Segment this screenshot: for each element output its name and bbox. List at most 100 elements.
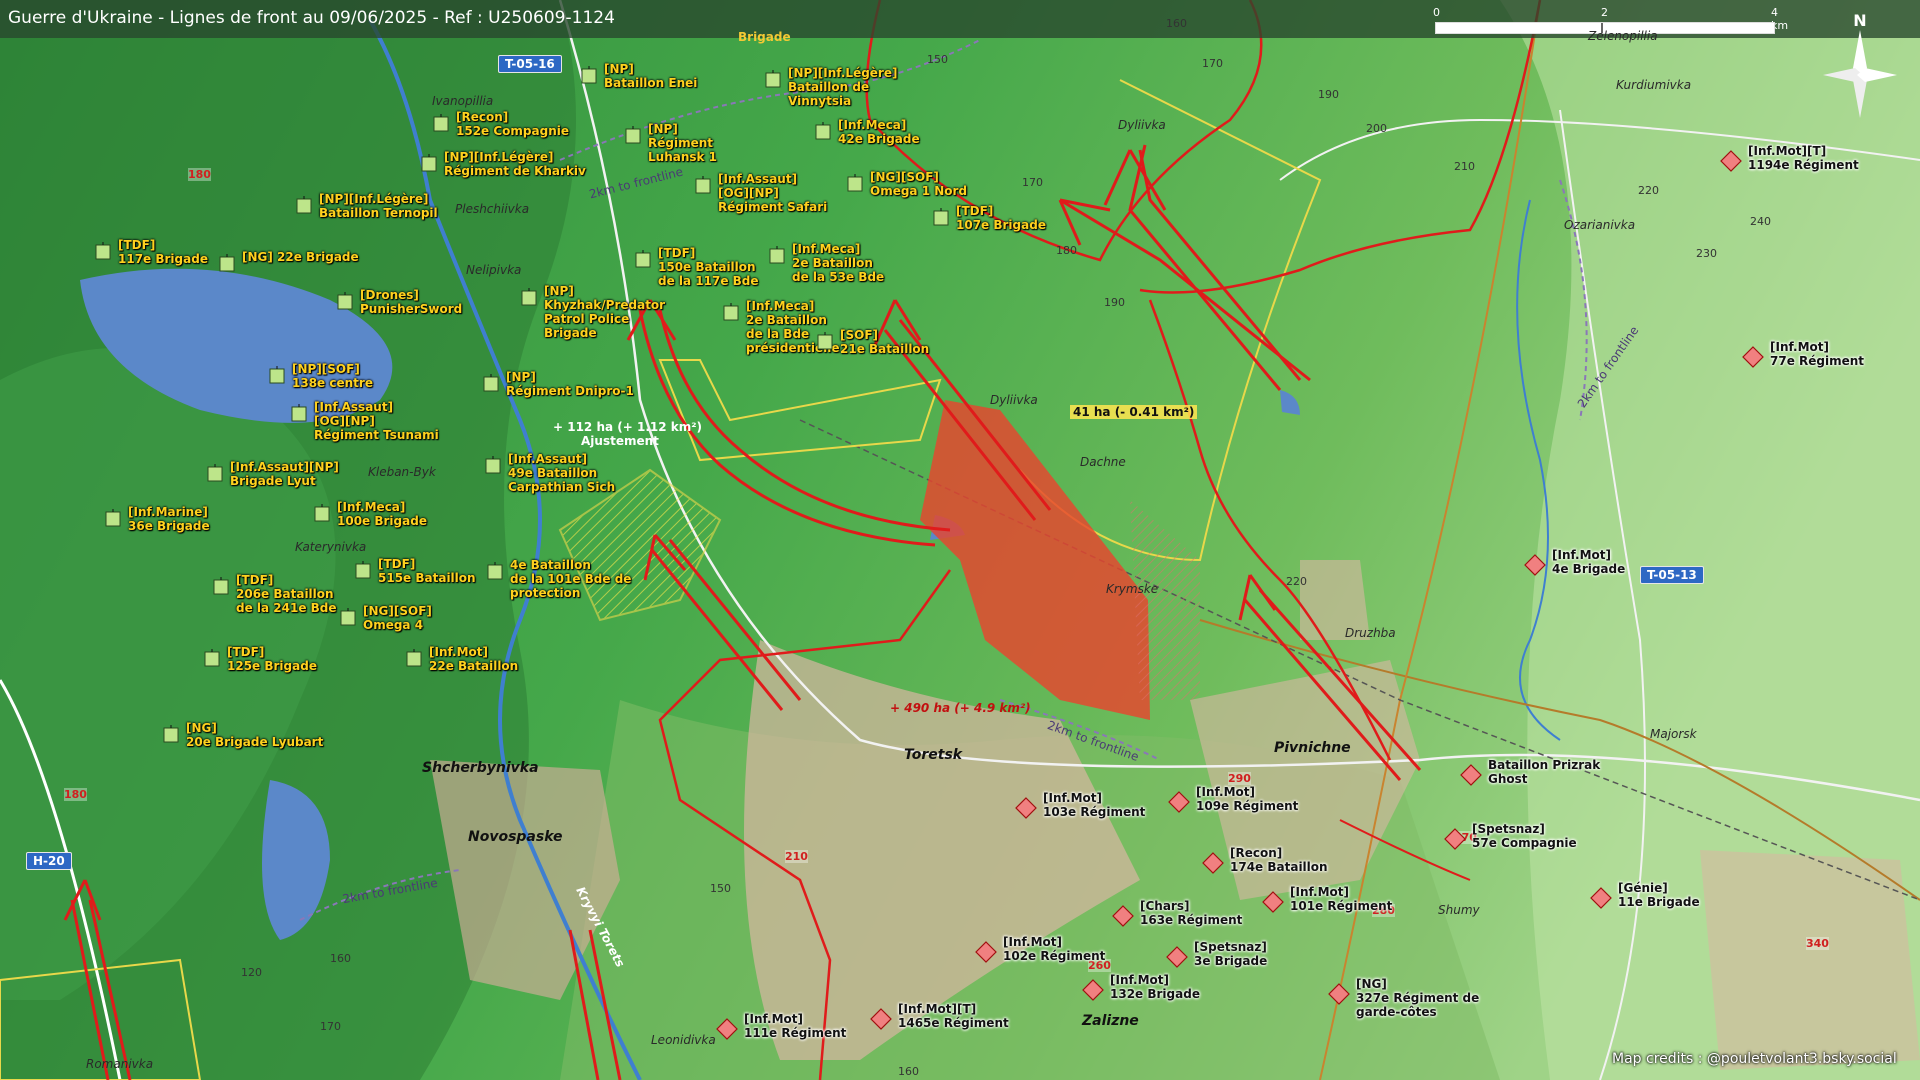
compass-rose-icon: N — [1815, 8, 1905, 118]
ua-unit-label-line: [SOF] — [840, 328, 879, 342]
ru-unit-marker — [1112, 905, 1134, 931]
ua-unit-label-line: [Inf.Assaut] — [508, 452, 588, 466]
elevation-180-b: 180 — [64, 788, 87, 801]
ua-unit-label: [Inf.Assaut] 49e Bataillon Carpathian Sich — [508, 452, 615, 494]
ua-unit-label-line: Régiment Safari — [718, 200, 828, 214]
ua-unit-label-line: 138e centre — [292, 376, 373, 390]
ru-unit-label-line: 1194e Régiment — [1748, 158, 1859, 172]
ua-unit-marker — [295, 195, 315, 220]
ua-unit-label-line: [TDF] — [658, 246, 696, 260]
scale-tick-2: 2 — [1601, 6, 1608, 19]
elevation-180-a: 180 — [188, 168, 211, 181]
ua-unit-label-line: 2e Bataillon — [792, 256, 873, 270]
ru-unit-label-line: 4e Brigade — [1552, 562, 1626, 576]
ru-unit-label-line: [NG] — [1356, 977, 1387, 991]
place-majorsk: Majorsk — [1650, 727, 1697, 741]
ru-unit-label-line: [Inf.Mot] — [1003, 935, 1063, 949]
elevation-190-b: 190 — [1318, 88, 1339, 101]
ua-unit-label: [Inf.Assaut][NP] Brigade Lyut — [230, 460, 339, 488]
ua-unit-label-line: [Inf.Meca] — [746, 299, 815, 313]
ua-unit-label-line: de la 117e Bde — [658, 274, 759, 288]
ua-unit-label-line: 42e Brigade — [838, 132, 920, 146]
ukrainian-unit-marker-icon — [204, 648, 220, 667]
ua-unit-marker — [432, 113, 452, 138]
ukrainian-unit-marker-icon — [355, 560, 371, 579]
ua-unit-label: [TDF] 107e Brigade — [956, 204, 1046, 232]
ru-unit-marker — [1015, 797, 1037, 823]
elevation-290: 290 — [1228, 772, 1251, 785]
ru-unit-label: [Inf.Mot] 132e Brigade — [1110, 973, 1200, 1001]
ua-unit-label: [NP][Inf.Légère] Bataillon Ternopil — [319, 192, 438, 220]
ua-unit-label-line: Vinnytsia — [788, 94, 852, 108]
ua-unit-marker — [420, 153, 440, 178]
ukrainian-unit-marker-icon — [337, 291, 353, 310]
adjustment-annotation: Ajustement — [581, 434, 659, 448]
ua-unit-label: [Inf.Meca] 2e Bataillon de la 53e Bde — [792, 242, 884, 284]
ru-unit-label-line: [Inf.Mot] — [1110, 973, 1170, 987]
ru-unit-label: [Recon] 174e Bataillon — [1230, 846, 1328, 874]
ua-unit-label-line: [NP] — [544, 284, 574, 298]
ukrainian-unit-marker-icon — [421, 153, 437, 172]
ua-unit-marker — [634, 249, 654, 274]
ru-unit-marker — [1590, 887, 1612, 913]
ua-unit-label-line: [NP][Inf.Légère] — [444, 150, 554, 164]
ru-unit-label-line: [Inf.Mot][T] — [898, 1002, 977, 1016]
ru-unit-marker — [975, 941, 997, 967]
ru-unit-label-line: 102e Régiment — [1003, 949, 1106, 963]
ukrainian-unit-marker-icon — [765, 69, 781, 88]
elevation-150: 150 — [927, 53, 948, 66]
ua-unit-marker — [768, 245, 788, 270]
ua-unit-label: [Recon] 152e Compagnie — [456, 110, 569, 138]
ua-unit-marker — [694, 175, 714, 200]
ua-unit-label-line: 515e Bataillon — [378, 571, 476, 585]
ua-unit-label: [NG] 22e Brigade — [242, 250, 359, 264]
ua-unit-label-line: [Drones] — [360, 288, 419, 302]
ru-unit-marker — [1082, 979, 1104, 1005]
ru-unit-label-line: 327e Régiment de — [1356, 991, 1480, 1005]
ua-unit-label-line: [NG] — [186, 721, 217, 735]
ru-unit-marker — [870, 1008, 892, 1034]
ua-unit-label-line: [Recon] — [456, 110, 509, 124]
map-canvas[interactable]: Guerre d'Ukraine - Lignes de front au 09… — [0, 0, 1920, 1080]
ua-unit-label-line: Brigade — [544, 326, 597, 340]
russian-unit-marker-icon — [1168, 791, 1190, 813]
ua-unit-label-line: Luhansk 1 — [648, 150, 718, 164]
ua-unit-label-line: 49e Bataillon — [508, 466, 598, 480]
elevation-340: 340 — [1806, 937, 1829, 950]
ua-unit-marker — [218, 253, 238, 278]
russian-unit-marker-icon — [1262, 891, 1284, 913]
russian-unit-marker-icon — [1444, 828, 1466, 850]
ua-unit-label: [NP] Khyzhak/Predator Patrol Police Brigade — [544, 284, 665, 340]
ru-unit-marker — [1460, 764, 1482, 790]
ua-unit-marker — [764, 69, 784, 94]
elevation-170: 170 — [1022, 176, 1043, 189]
ua-unit-label: [TDF] 150e Bataillon de la 117e Bde — [658, 246, 759, 288]
ua-unit-label-line: [Inf.Mot] — [429, 645, 489, 659]
ukrainian-unit-marker-icon — [163, 724, 179, 743]
ua-unit-label-line: Omega 4 — [363, 618, 424, 632]
ukrainian-unit-marker-icon — [581, 65, 597, 84]
ua-unit-label: 4e Bataillon de la 101e Bde de protection — [510, 558, 631, 600]
ru-unit-marker — [1168, 791, 1190, 817]
ua-unit-label-line: Khyzhak/Predator — [544, 298, 666, 312]
ua-unit-label-line: [NP] — [648, 122, 678, 136]
ru-unit-label-line: 174e Bataillon — [1230, 860, 1328, 874]
ru-unit-marker — [1444, 828, 1466, 854]
ua-unit-label: [Inf.Assaut] [OG][NP] Régiment Tsunami — [314, 400, 439, 442]
ukrainian-unit-marker-icon — [219, 253, 235, 272]
place-katerynivka: Katerynivka — [295, 540, 367, 554]
ua-unit-marker — [104, 508, 124, 533]
russian-unit-marker-icon — [1460, 764, 1482, 786]
place-zelenopillia: Zelenopillia — [1588, 29, 1658, 43]
ru-unit-label-line: [Inf.Mot] — [1552, 548, 1612, 562]
ua-unit-label-line: [NG][SOF] — [870, 170, 939, 184]
ru-unit-label-line: [Spetsnaz] — [1472, 822, 1545, 836]
ua-unit-label-line: [Inf.Meca] — [792, 242, 861, 256]
ua-unit-label-line: [OG][NP] — [314, 414, 375, 428]
ua-unit-label: [NP] Bataillon Enei — [604, 62, 697, 90]
ua-unit-label-line: [NG] 22e Brigade — [242, 250, 359, 264]
ua-unit-label-line: 125e Brigade — [227, 659, 317, 673]
ua-unit-label-line: [Inf.Meca] — [838, 118, 907, 132]
town-novospaske: Novospaske — [468, 829, 563, 845]
elevation-170-b: 170 — [1202, 57, 1223, 70]
